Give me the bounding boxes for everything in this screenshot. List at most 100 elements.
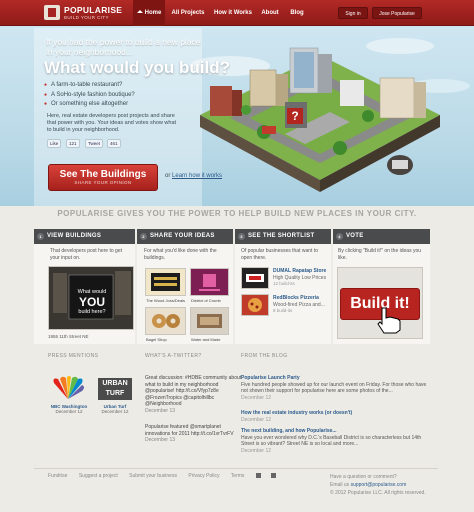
nav-home-label: Home xyxy=(144,10,162,16)
card-you: YOU xyxy=(78,295,105,309)
blog-post-excerpt: Five hundred people showed up for our la… xyxy=(241,381,427,395)
idea-tile[interactable]: Bagel Shop xyxy=(145,307,186,342)
user-menu-button[interactable]: Jose Popularise xyxy=(372,7,422,19)
top-navigation-bar: POPULARISE BUILD YOUR CITY Home All Proj… xyxy=(0,0,474,26)
idea-caption: District of Crumb xyxy=(191,298,221,303)
press-label: PRESS MENTIONS xyxy=(48,353,99,359)
tweet-text: Popularise featured @smartplanet innovat… xyxy=(145,424,234,437)
footer-link[interactable]: Fundrise xyxy=(48,473,67,479)
step-description: For what you'd like done with the buildi… xyxy=(144,248,217,261)
like-count: 121 xyxy=(66,139,80,148)
card-overlay-text: What would YOU build here? xyxy=(71,289,113,316)
step-description: Of popular businesses that want to open … xyxy=(241,248,318,261)
press-item[interactable]: Urban Turf December 12 xyxy=(94,404,136,414)
blog-post-date: December 12 xyxy=(241,416,272,423)
step-header-view-buildings: 1 VIEW BUILDINGS xyxy=(34,229,135,244)
step-number: 4 xyxy=(336,233,343,240)
tweet-time: December 13 xyxy=(145,437,176,443)
press-item[interactable]: NBC Washington December 12 xyxy=(44,404,94,414)
footer-email-label: Email us xyxy=(330,482,350,488)
step-title: SHARE YOUR IDEAS xyxy=(150,233,215,239)
support-email-link[interactable]: support@popularise.com xyxy=(351,482,407,488)
step-title: VOTE xyxy=(346,233,364,239)
blog-post-date: December 12 xyxy=(241,394,272,401)
building-address: 1955 11th Street NE xyxy=(48,334,89,339)
step-title: VIEW BUILDINGS xyxy=(47,233,102,239)
step-number: 2 xyxy=(140,233,147,240)
cta-sub-label: SHARE YOUR OPINION xyxy=(74,180,132,185)
idea-tile[interactable]: Water and Made xyxy=(190,307,229,342)
urban-turf-logo[interactable]: URBAN TURF xyxy=(98,378,132,400)
idea-caption: The Wood Joss/Deals xyxy=(146,298,186,303)
isometric-city-illustration: ? xyxy=(200,47,440,192)
idea-image xyxy=(151,273,180,291)
idea-tile[interactable]: The Wood Joss/Deals xyxy=(145,268,186,303)
step-description: That developers post here to get your in… xyxy=(50,248,122,261)
home-icon xyxy=(136,10,143,13)
footer-link[interactable]: Submit your business xyxy=(129,473,177,479)
nav-how-it-works[interactable]: How it Works xyxy=(211,0,255,26)
business-thumb[interactable] xyxy=(241,294,269,316)
nav-home[interactable]: Home xyxy=(133,0,165,26)
footer-link[interactable]: Suggest a project xyxy=(79,473,118,479)
building-card[interactable]: What would YOU build here? xyxy=(48,266,134,330)
footer-copyright: © 2012 Popularise LLC. All rights reserv… xyxy=(330,490,426,496)
blog-post-excerpt: Have you ever wondered why D.C.'s Baseba… xyxy=(241,434,422,448)
idea-image xyxy=(199,274,220,291)
blog-post-date: December 12 xyxy=(241,447,272,454)
blog-label: FROM THE BLOG xyxy=(241,353,288,359)
hero-description: Here, real estate developers post projec… xyxy=(47,113,177,133)
tweet-item: Popularise featured @smartplanet innovat… xyxy=(145,424,245,444)
bullet-item: A SoHo-style fashion boutique? xyxy=(44,91,194,101)
svg-text:?: ? xyxy=(291,109,298,123)
brand-tagline: BUILD YOUR CITY xyxy=(64,15,109,20)
blog-post: How the real estate industry works (or d… xyxy=(241,410,429,423)
footer-link[interactable]: Privacy Policy xyxy=(188,473,219,479)
press-date: December 12 xyxy=(55,409,83,414)
like-label: Like xyxy=(50,141,59,146)
hero-intro: If you had the power to build a new plac… xyxy=(46,37,201,57)
facebook-like-button[interactable]: Like xyxy=(47,139,62,148)
hero-bullet-list: A farm-to-table restaurant? A SoHo-style… xyxy=(44,81,194,110)
tweet-item: Great discussion: #HDBE community about … xyxy=(145,375,245,414)
business-count: 12 build-its xyxy=(273,281,295,286)
footer-question: Have a question or comment? xyxy=(330,474,397,480)
facebook-icon[interactable] xyxy=(255,473,261,478)
nav-about[interactable]: About xyxy=(258,0,282,26)
business-count: 8 build-its xyxy=(273,308,293,313)
logo-mark-icon xyxy=(44,5,60,20)
twitter-icon[interactable] xyxy=(270,473,276,478)
see-buildings-button[interactable]: See The Buildings SHARE YOUR OPINION xyxy=(48,164,158,191)
shortlist-entry[interactable]: RedBlocks Pizzeria Wood-fired Pizza and.… xyxy=(273,295,331,315)
blog-post: Popularise Launch Party Five hundred peo… xyxy=(241,375,429,401)
popularise-logo[interactable]: POPULARISE BUILD YOUR CITY xyxy=(44,4,128,22)
business-name: DUMAL Rapatap Store xyxy=(273,268,327,274)
footer-divider xyxy=(34,468,438,469)
sign-in-button[interactable]: Sign in xyxy=(338,7,368,19)
bullet-item: Or something else altogether xyxy=(44,100,194,110)
nbc-peacock-logo[interactable] xyxy=(48,375,88,401)
tweet-button[interactable]: Tweet xyxy=(85,139,104,148)
step-header-shortlist: 3 SEE THE SHORTLIST xyxy=(235,229,331,244)
step-description: By clicking "Build it!" on the ideas you… xyxy=(338,248,422,261)
business-image xyxy=(248,298,262,312)
idea-image xyxy=(152,314,180,328)
twitter-label: WHAT'S A-TWITTER? xyxy=(145,353,202,359)
shortlist-entry[interactable]: DUMAL Rapatap Store High Quality Low Pri… xyxy=(273,268,331,288)
tweet-count: 461 xyxy=(107,139,121,148)
card-post: build here? xyxy=(78,309,106,315)
build-it-illustration: Build it! xyxy=(337,267,423,339)
hand-cursor-icon xyxy=(377,307,401,334)
idea-tile[interactable]: District of Crumb xyxy=(190,268,229,303)
step-number: 3 xyxy=(238,233,245,240)
nav-all-projects[interactable]: All Projects xyxy=(167,0,209,26)
footer-links: Fundrise Suggest a project Submit your b… xyxy=(48,473,286,479)
idea-caption: Water and Made xyxy=(191,337,221,342)
blog-post: The next building, and how Popularise...… xyxy=(241,428,429,454)
nav-blog[interactable]: Blog xyxy=(286,0,308,26)
footer-contact: Have a question or comment? Email us sup… xyxy=(330,473,426,497)
press-date: December 12 xyxy=(101,409,129,414)
step-header-share-ideas: 2 SHARE YOUR IDEAS xyxy=(137,229,233,244)
business-thumb[interactable] xyxy=(241,267,269,289)
footer-link[interactable]: Terms xyxy=(231,473,245,479)
